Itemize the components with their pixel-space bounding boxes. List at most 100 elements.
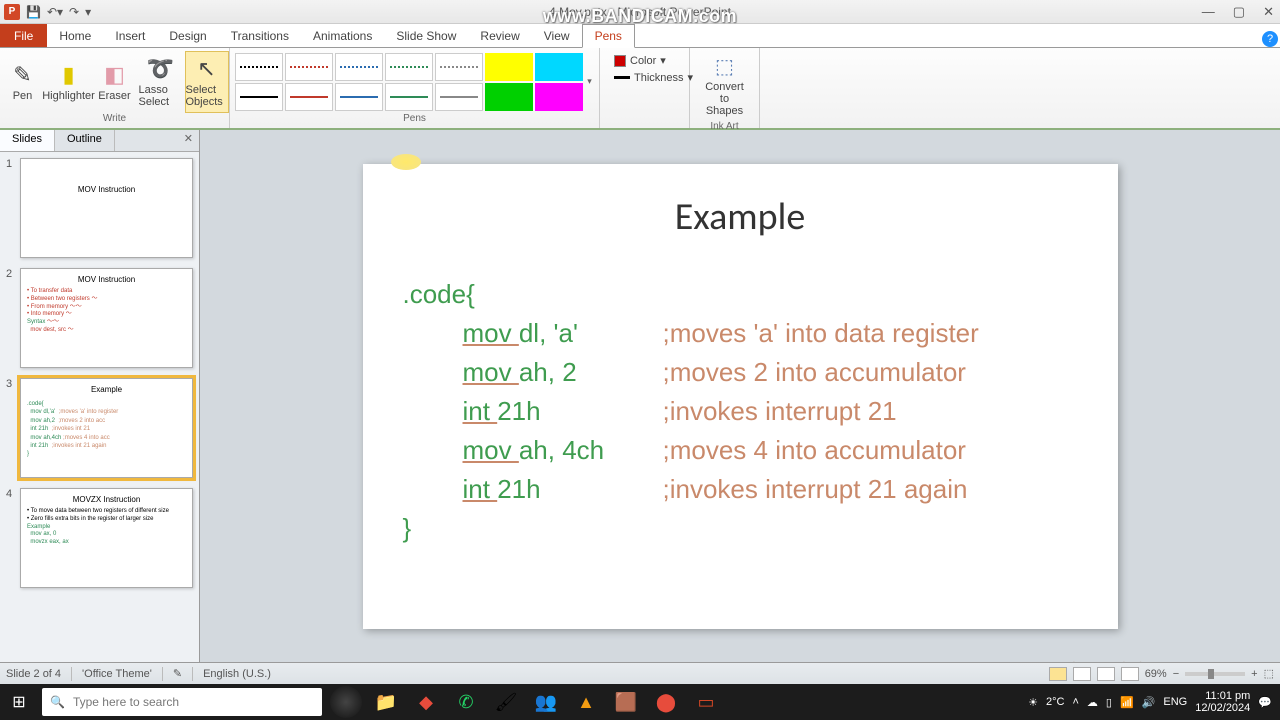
highlighter-green[interactable] bbox=[485, 83, 533, 111]
slide-thumb-4[interactable]: 4 MOVZX Instruction• To move data betwee… bbox=[6, 488, 193, 588]
pen-gallery[interactable] bbox=[235, 53, 583, 111]
view-slideshow-icon[interactable] bbox=[1121, 667, 1139, 681]
taskbar-explorer[interactable]: 📁 bbox=[366, 684, 406, 720]
tab-home[interactable]: Home bbox=[47, 25, 103, 47]
pen-style[interactable] bbox=[335, 53, 383, 81]
taskbar-teams[interactable]: 👥 bbox=[526, 684, 566, 720]
system-tray: ☀ 2°C ˄ ☁ ▯ 📶 🔊 ENG 11:01 pm 12/02/2024 … bbox=[1028, 690, 1280, 714]
undo-icon[interactable]: ↶▾ bbox=[47, 5, 63, 19]
language-indicator[interactable]: ENG bbox=[1163, 696, 1187, 708]
wifi-icon[interactable]: 📶 bbox=[1120, 696, 1134, 709]
convert-to-shapes-button[interactable]: ⬚ Convert to Shapes bbox=[696, 50, 753, 121]
spellcheck-icon[interactable]: ✎ bbox=[173, 667, 182, 680]
zoom-slider[interactable] bbox=[1185, 672, 1245, 676]
work-area: Slides Outline ✕ 1 MOV Instruction 2 MOV… bbox=[0, 130, 1280, 662]
tab-view[interactable]: View bbox=[532, 25, 582, 47]
group-label-pens: Pens bbox=[403, 113, 426, 126]
thickness-picker[interactable]: Thickness ▾ bbox=[614, 71, 693, 84]
pen-style[interactable] bbox=[235, 83, 283, 111]
thickness-icon bbox=[614, 76, 630, 79]
view-sorter-icon[interactable] bbox=[1073, 667, 1091, 681]
tab-design[interactable]: Design bbox=[157, 25, 218, 47]
taskbar-app[interactable]: 🖌 bbox=[486, 684, 526, 720]
slide-thumb-3[interactable]: 3 Example.code{ mov dl,'a' ;moves 'a' in… bbox=[6, 378, 193, 478]
slide-title[interactable]: Example bbox=[403, 194, 1078, 240]
volume-icon[interactable]: 🔊 bbox=[1142, 696, 1156, 709]
cloud-icon[interactable]: ☁ bbox=[1087, 696, 1098, 709]
ribbon-group-write: ✎Pen ▮Highlighter ◧Eraser ➰Lasso Select … bbox=[0, 48, 230, 128]
qat-dropdown-icon[interactable]: ▾ bbox=[85, 5, 91, 19]
highlighter-magenta[interactable] bbox=[535, 83, 583, 111]
taskbar-app[interactable]: ◆ bbox=[406, 684, 446, 720]
select-objects-button[interactable]: ↖Select Objects bbox=[185, 51, 229, 113]
tab-pens[interactable]: Pens bbox=[582, 24, 635, 48]
view-normal-icon[interactable] bbox=[1049, 667, 1067, 681]
pen-style[interactable] bbox=[285, 83, 333, 111]
current-slide[interactable]: Example .code{ mov dl, 'a';moves 'a' int… bbox=[363, 164, 1118, 629]
tab-file[interactable]: File bbox=[0, 24, 47, 47]
pen-style[interactable] bbox=[235, 53, 283, 81]
ribbon-group-pens: ▾ Pens bbox=[230, 48, 600, 128]
highlighter-cyan[interactable] bbox=[535, 53, 583, 81]
pen-style[interactable] bbox=[435, 83, 483, 111]
ribbon: ✎Pen ▮Highlighter ◧Eraser ➰Lasso Select … bbox=[0, 48, 1280, 130]
zoom-in-icon[interactable]: + bbox=[1251, 668, 1257, 680]
tab-slides[interactable]: Slides bbox=[0, 130, 55, 151]
gallery-more-icon[interactable]: ▾ bbox=[585, 76, 594, 87]
taskbar-vlc[interactable]: ▲ bbox=[566, 684, 606, 720]
taskbar-powerpoint[interactable]: ▭ bbox=[686, 684, 726, 720]
pen-style[interactable] bbox=[335, 83, 383, 111]
pen-style[interactable] bbox=[385, 53, 433, 81]
taskbar-search[interactable]: 🔍 Type here to search bbox=[42, 688, 322, 716]
cortana-icon[interactable] bbox=[330, 686, 362, 718]
view-reading-icon[interactable] bbox=[1097, 667, 1115, 681]
tab-animations[interactable]: Animations bbox=[301, 25, 384, 47]
weather-icon[interactable]: ☀ bbox=[1028, 696, 1038, 709]
eraser-icon: ◧ bbox=[104, 62, 125, 88]
highlight-mark bbox=[391, 154, 421, 170]
save-icon[interactable]: 💾 bbox=[26, 5, 41, 19]
slide-editor[interactable]: Example .code{ mov dl, 'a';moves 'a' int… bbox=[200, 130, 1280, 662]
bandicam-watermark: www.BANDICAM.com bbox=[543, 6, 737, 27]
battery-icon[interactable]: ▯ bbox=[1106, 696, 1112, 709]
panel-close-icon[interactable]: ✕ bbox=[178, 130, 199, 151]
ribbon-tabs: File Home Insert Design Transitions Anim… bbox=[0, 24, 1280, 48]
pen-style[interactable] bbox=[435, 53, 483, 81]
pen-style[interactable] bbox=[285, 53, 333, 81]
help-icon[interactable]: ? bbox=[1262, 31, 1278, 47]
color-picker[interactable]: Color ▾ bbox=[614, 54, 693, 67]
maximize-icon[interactable]: ▢ bbox=[1233, 4, 1245, 20]
eraser-button[interactable]: ◧Eraser bbox=[93, 51, 137, 113]
redo-icon[interactable]: ↷ bbox=[69, 5, 79, 19]
slide-thumb-2[interactable]: 2 MOV Instruction• To transfer data• Bet… bbox=[6, 268, 193, 368]
pen-style[interactable] bbox=[385, 83, 433, 111]
status-slide: Slide 2 of 4 bbox=[6, 668, 61, 680]
taskbar-whatsapp[interactable]: ✆ bbox=[446, 684, 486, 720]
taskbar-record[interactable]: ⬤ bbox=[646, 684, 686, 720]
tab-slideshow[interactable]: Slide Show bbox=[384, 25, 468, 47]
notifications-icon[interactable]: 💬 bbox=[1258, 696, 1272, 709]
highlighter-icon: ▮ bbox=[62, 62, 74, 88]
thumbnail-list[interactable]: 1 MOV Instruction 2 MOV Instruction• To … bbox=[0, 152, 199, 662]
start-button[interactable]: ⊞ bbox=[0, 684, 38, 720]
highlighter-button[interactable]: ▮Highlighter bbox=[47, 51, 91, 113]
tab-review[interactable]: Review bbox=[468, 25, 531, 47]
lasso-button[interactable]: ➰Lasso Select bbox=[139, 51, 183, 113]
tab-insert[interactable]: Insert bbox=[103, 25, 157, 47]
pen-button[interactable]: ✎Pen bbox=[1, 51, 45, 113]
tray-chevron-icon[interactable]: ˄ bbox=[1072, 696, 1078, 708]
highlighter-yellow[interactable] bbox=[485, 53, 533, 81]
fit-icon[interactable]: ⬚ bbox=[1264, 667, 1274, 680]
cursor-icon: ↖ bbox=[197, 56, 215, 82]
minimize-icon[interactable]: — bbox=[1202, 4, 1215, 20]
close-icon[interactable]: ✕ bbox=[1263, 4, 1274, 20]
tab-outline[interactable]: Outline bbox=[55, 130, 115, 151]
convert-icon: ⬚ bbox=[715, 54, 734, 79]
zoom-out-icon[interactable]: − bbox=[1173, 668, 1179, 680]
taskbar-clock[interactable]: 11:01 pm 12/02/2024 bbox=[1195, 690, 1250, 714]
slide-body[interactable]: .code{ mov dl, 'a';moves 'a' into data r… bbox=[403, 275, 1078, 548]
ribbon-group-inkart: ⬚ Convert to Shapes Ink Art bbox=[690, 48, 760, 128]
taskbar-app[interactable]: 🟫 bbox=[606, 684, 646, 720]
tab-transitions[interactable]: Transitions bbox=[219, 25, 301, 47]
slide-thumb-1[interactable]: 1 MOV Instruction bbox=[6, 158, 193, 258]
